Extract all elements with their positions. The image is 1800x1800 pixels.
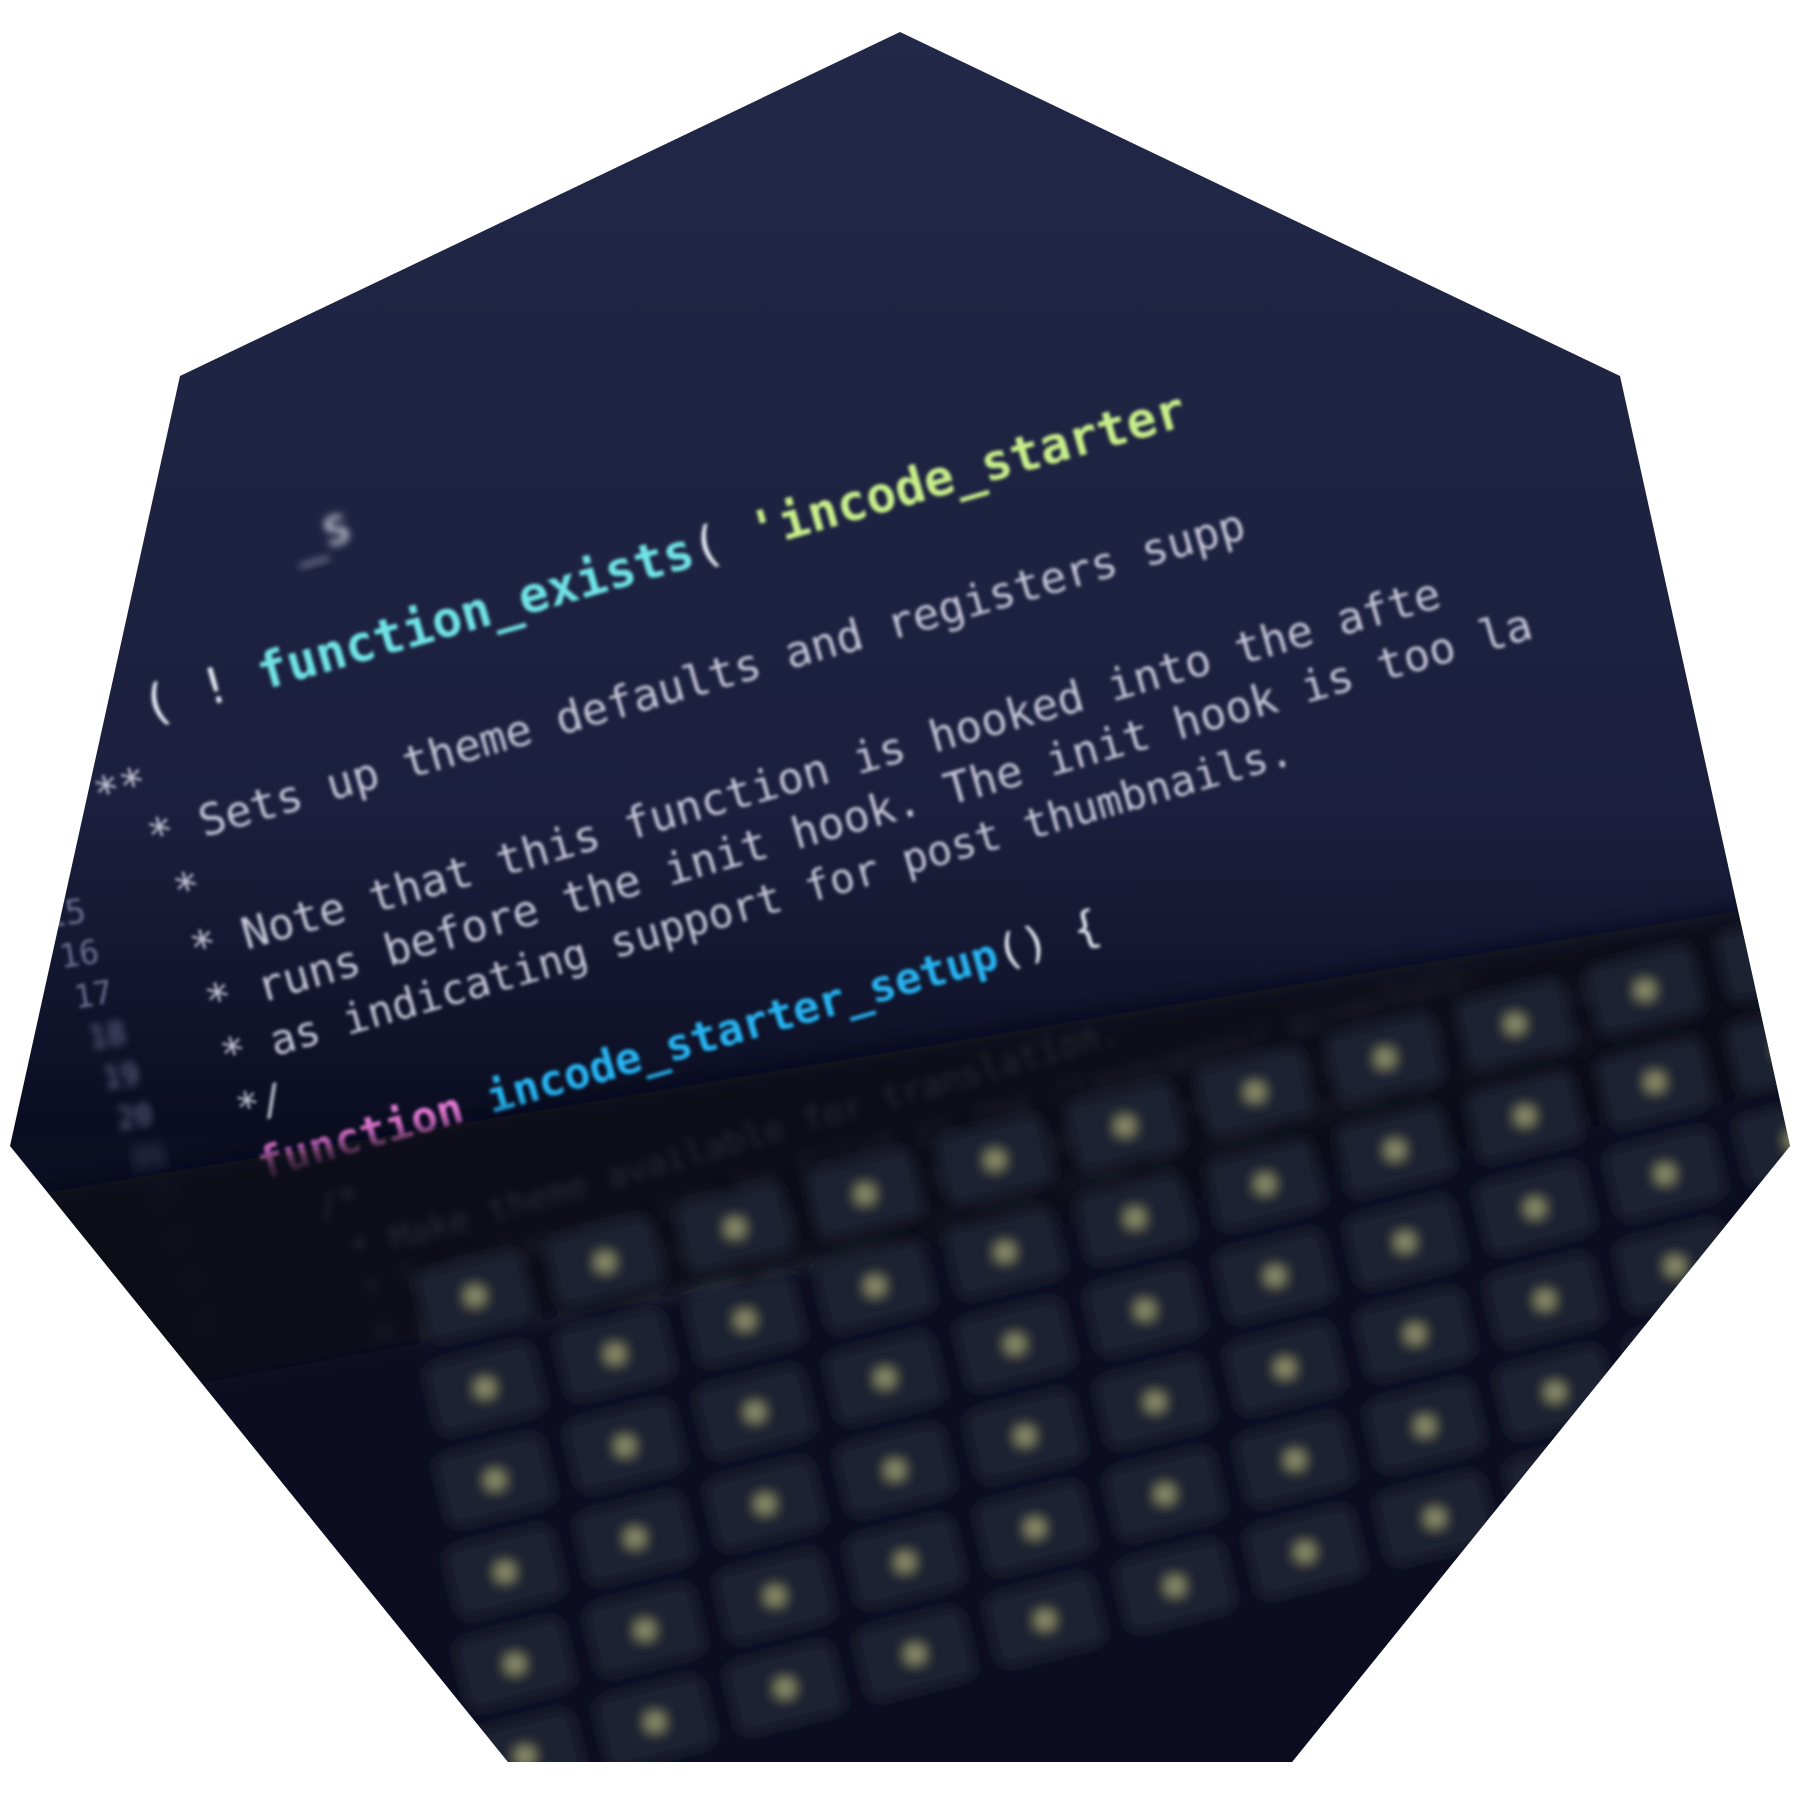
line-number: 21: [130, 1139, 168, 1177]
key-glyph: [1287, 1452, 1303, 1468]
key-glyph: [647, 1714, 663, 1730]
keyboard-key: [1635, 1404, 1755, 1496]
key-glyph: [1277, 1360, 1293, 1376]
key-glyph: [1507, 1016, 1523, 1032]
key-glyph: [1517, 1108, 1533, 1124]
key-glyph: [487, 1472, 503, 1488]
key-glyph: [877, 1370, 893, 1386]
key-glyph: [1167, 1578, 1183, 1594]
key-glyph: [1007, 1336, 1023, 1352]
key-glyph: [997, 1244, 1013, 1260]
key-glyph: [607, 1346, 623, 1362]
key-glyph: [517, 1748, 533, 1762]
key-glyph: [1657, 1166, 1673, 1182]
key-glyph: [767, 1588, 783, 1604]
key-glyph: [1267, 1268, 1283, 1284]
key-glyph: [1647, 1074, 1663, 1090]
key-glyph: [1417, 1418, 1433, 1434]
key-glyph: [737, 1312, 753, 1328]
heptagon-photo: _s( ! function_exists( 'incode_starter**…: [10, 32, 1790, 1762]
line-number: 19: [101, 1057, 142, 1097]
key-glyph: [1257, 1176, 1273, 1192]
key-glyph: [1037, 1612, 1053, 1628]
key-glyph: [637, 1622, 653, 1638]
key-glyph: [1527, 1200, 1543, 1216]
keyboard-key: [1745, 1186, 1790, 1278]
key-glyph: [867, 1278, 883, 1294]
line-number: 15: [42, 891, 89, 937]
key-glyph: [477, 1380, 493, 1396]
keyboard-key: [1765, 1370, 1790, 1462]
keyboard-key: [1755, 1278, 1790, 1370]
key-glyph: [1637, 982, 1653, 998]
key-glyph: [747, 1404, 763, 1420]
key-glyph: [1117, 1118, 1133, 1134]
key-glyph: [1407, 1326, 1423, 1342]
key-glyph: [1297, 1544, 1313, 1560]
key-glyph: [897, 1554, 913, 1570]
key-glyph: [907, 1646, 923, 1662]
key-glyph: [1547, 1384, 1563, 1400]
key-glyph: [1777, 1040, 1790, 1056]
key-glyph: [1377, 1050, 1393, 1066]
key-glyph: [887, 1462, 903, 1478]
key-glyph: [1137, 1302, 1153, 1318]
key-glyph: [1687, 1442, 1703, 1458]
line-number: 20: [115, 1097, 155, 1136]
key-glyph: [757, 1496, 773, 1512]
key-glyph: [1387, 1142, 1403, 1158]
key-glyph: [987, 1152, 1003, 1168]
line-number: 17: [71, 973, 115, 1017]
key-glyph: [1397, 1234, 1413, 1250]
key-glyph: [617, 1438, 633, 1454]
key-glyph: [1157, 1486, 1173, 1502]
key-glyph: [1127, 1210, 1143, 1226]
line-number: 18: [86, 1015, 129, 1056]
key-glyph: [627, 1530, 643, 1546]
key-glyph: [727, 1220, 743, 1236]
key-glyph: [1027, 1520, 1043, 1536]
line-number: 16: [56, 931, 101, 976]
key-glyph: [1557, 1476, 1573, 1492]
key-glyph: [857, 1186, 873, 1202]
key-glyph: [467, 1288, 483, 1304]
key-glyph: [777, 1680, 793, 1696]
key-glyph: [1537, 1292, 1553, 1308]
key-glyph: [497, 1564, 513, 1580]
key-glyph: [597, 1254, 613, 1270]
key-glyph: [1767, 948, 1783, 964]
key-glyph: [1147, 1394, 1163, 1410]
key-glyph: [507, 1656, 523, 1672]
key-glyph: [1247, 1084, 1263, 1100]
key-glyph: [1667, 1258, 1683, 1274]
key-glyph: [1677, 1350, 1693, 1366]
key-glyph: [1427, 1510, 1443, 1526]
key-glyph: [1017, 1428, 1033, 1444]
